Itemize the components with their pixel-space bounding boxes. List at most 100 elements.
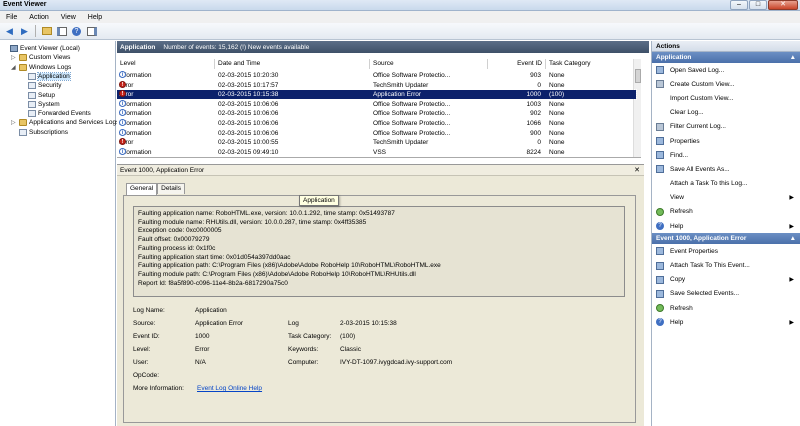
task-cell: (100)	[549, 91, 565, 99]
folder-icon	[19, 63, 27, 71]
window-title: Event Viewer	[3, 1, 47, 8]
expand-arrow-icon[interactable]: ▷	[11, 54, 17, 61]
column-level[interactable]: Level	[117, 59, 215, 69]
folder-icon	[19, 54, 27, 62]
task-cell: None	[549, 148, 565, 156]
tree-item[interactable]: Event Viewer (Local)	[2, 44, 80, 53]
tree-item[interactable]: Subscriptions	[11, 128, 68, 137]
column-source[interactable]: Source	[370, 59, 488, 69]
tree-item[interactable]: Application	[20, 71, 71, 81]
action-item[interactable]: Refresh	[652, 205, 800, 219]
action-item[interactable]: Save Selected Events...	[652, 287, 800, 301]
table-row[interactable]: ! Error 02-03-2015 10:00:55 TechSmith Updat…	[117, 138, 636, 147]
collapse-icon[interactable]: ▲	[790, 233, 796, 244]
menu-help[interactable]: Help	[82, 14, 108, 21]
datetime-cell: 02-03-2015 10:20:30	[218, 72, 279, 79]
tree-item[interactable]: Forwarded Events	[20, 109, 91, 118]
tree-item[interactable]: ▷ Custom Views	[11, 53, 70, 62]
refresh-icon	[656, 304, 664, 313]
action-icon	[656, 275, 664, 284]
action-item[interactable]: ? Help ▶	[652, 219, 800, 233]
maximize-button[interactable]: □	[749, 0, 767, 10]
tab-general[interactable]: General	[126, 183, 158, 195]
information-icon: i	[119, 99, 126, 107]
table-row[interactable]: i Information 02-03-2015 10:06:06 Office So…	[117, 109, 636, 118]
expand-arrow-icon[interactable]: ▷	[11, 119, 17, 126]
action-item[interactable]: Find...	[652, 148, 800, 162]
value-keywords: Classic	[340, 346, 361, 353]
action-item[interactable]: Save All Events As...	[652, 162, 800, 176]
datetime-cell: 02-03-2015 10:06:06	[218, 120, 279, 127]
action-item[interactable]: Copy ▶	[652, 273, 800, 287]
source-cell: TechSmith Updater	[373, 139, 429, 147]
source-cell: Office Software Protectio...	[373, 110, 451, 118]
action-icon	[656, 289, 664, 298]
up-folder-icon[interactable]	[40, 25, 53, 38]
action-item[interactable]: Properties	[652, 134, 800, 148]
message-line: Faulting application start time: 0x01d05…	[138, 253, 291, 261]
actions-section-application[interactable]: Application ▲	[652, 52, 800, 63]
close-icon[interactable]: ✕	[634, 166, 640, 174]
message-line: Exception code: 0xc0000005	[138, 227, 222, 235]
table-row[interactable]: i Information 02-03-2015 09:49:10 VSS 8224 No…	[117, 147, 636, 157]
tree-item[interactable]: ▷ Applications and Services Logs	[11, 118, 119, 127]
help-icon[interactable]: ?	[70, 25, 83, 38]
expand-arrow-icon[interactable]: ◢	[11, 64, 17, 71]
blank-icon	[656, 94, 664, 102]
table-row[interactable]: i Information 02-03-2015 10:06:06 Office So…	[117, 99, 636, 109]
action-item[interactable]: Attach Task To This Event...	[652, 258, 800, 272]
tree-item[interactable]: Security	[20, 81, 61, 90]
table-row[interactable]: i Information 02-03-2015 10:06:06 Office So…	[117, 119, 636, 128]
action-label: Copy	[670, 276, 686, 284]
menu-action[interactable]: Action	[23, 14, 54, 21]
menu-view[interactable]: View	[55, 14, 82, 21]
action-item[interactable]: Import Custom View...	[652, 91, 800, 105]
back-icon[interactable]: ◀	[3, 25, 16, 38]
action-label: Create Custom View...	[670, 80, 735, 88]
id-cell: 900	[530, 129, 541, 137]
datetime-cell: 02-03-2015 10:06:06	[218, 129, 279, 137]
action-item[interactable]: Filter Current Log...	[652, 120, 800, 134]
event-detail-pane: Event 1000, Application Error ✕ General …	[117, 164, 644, 426]
source-cell: Office Software Protectio...	[373, 72, 451, 79]
action-item[interactable]: Create Custom View...	[652, 77, 800, 91]
tree-item-label: Forwarded Events	[38, 110, 91, 118]
action-item[interactable]: Clear Log...	[652, 106, 800, 120]
action-item[interactable]: Open Saved Log...	[652, 63, 800, 77]
action-label: Clear Log...	[670, 109, 704, 117]
column-datetime[interactable]: Date and Time	[215, 59, 370, 69]
action-item[interactable]: Attach a Task To this Log...	[652, 177, 800, 191]
event-actions: Event Properties Attach Task To This Even…	[652, 244, 800, 329]
id-cell: 1000	[526, 91, 541, 99]
action-item[interactable]: Refresh	[652, 301, 800, 315]
action-item[interactable]: View ▶	[652, 191, 800, 205]
tree-item[interactable]: Setup	[20, 91, 55, 100]
column-event-id[interactable]: Event ID	[488, 59, 546, 69]
task-cell: None	[549, 139, 565, 147]
menu-file[interactable]: File	[0, 14, 23, 21]
show-hide-tree-icon[interactable]	[55, 25, 68, 38]
tree-item[interactable]: System	[20, 100, 60, 109]
value-level: Error	[195, 346, 210, 353]
action-item[interactable]: Event Properties	[652, 244, 800, 258]
show-action-pane-icon[interactable]	[85, 25, 98, 38]
collapse-icon[interactable]: ▲	[790, 52, 796, 63]
action-item[interactable]: ? Help ▶	[652, 315, 800, 329]
level-cell: i Information	[119, 99, 215, 109]
console-tree: Event Viewer (Local) ▷ Custom Views ◢ Window…	[0, 41, 119, 426]
event-log-online-help-link[interactable]: Event Log Online Help	[197, 385, 262, 392]
column-task-category[interactable]: Task Category	[546, 59, 636, 69]
forward-icon[interactable]: ▶	[18, 25, 31, 38]
tree-item[interactable]: ◢ Windows Logs	[11, 63, 71, 72]
tab-details[interactable]: Details	[157, 183, 185, 194]
action-label: Save Selected Events...	[670, 290, 740, 298]
table-row[interactable]: i Information 02-03-2015 10:06:06 Office So…	[117, 128, 636, 138]
actions-section-event[interactable]: Event 1000, Application Error ▲	[652, 233, 800, 245]
source-cell: VSS	[373, 148, 387, 156]
table-row[interactable]: ! Error 02-03-2015 10:17:57 TechSmith Updat…	[117, 80, 636, 90]
level-cell: i Information	[119, 109, 215, 118]
minimize-button[interactable]: –	[730, 0, 748, 10]
close-button[interactable]: ✕	[768, 0, 798, 10]
table-row[interactable]: ! Error 02-03-2015 10:15:38 Application Err…	[116, 89, 637, 101]
table-row[interactable]: i Information 02-03-2015 10:20:30 Office So…	[117, 71, 636, 80]
